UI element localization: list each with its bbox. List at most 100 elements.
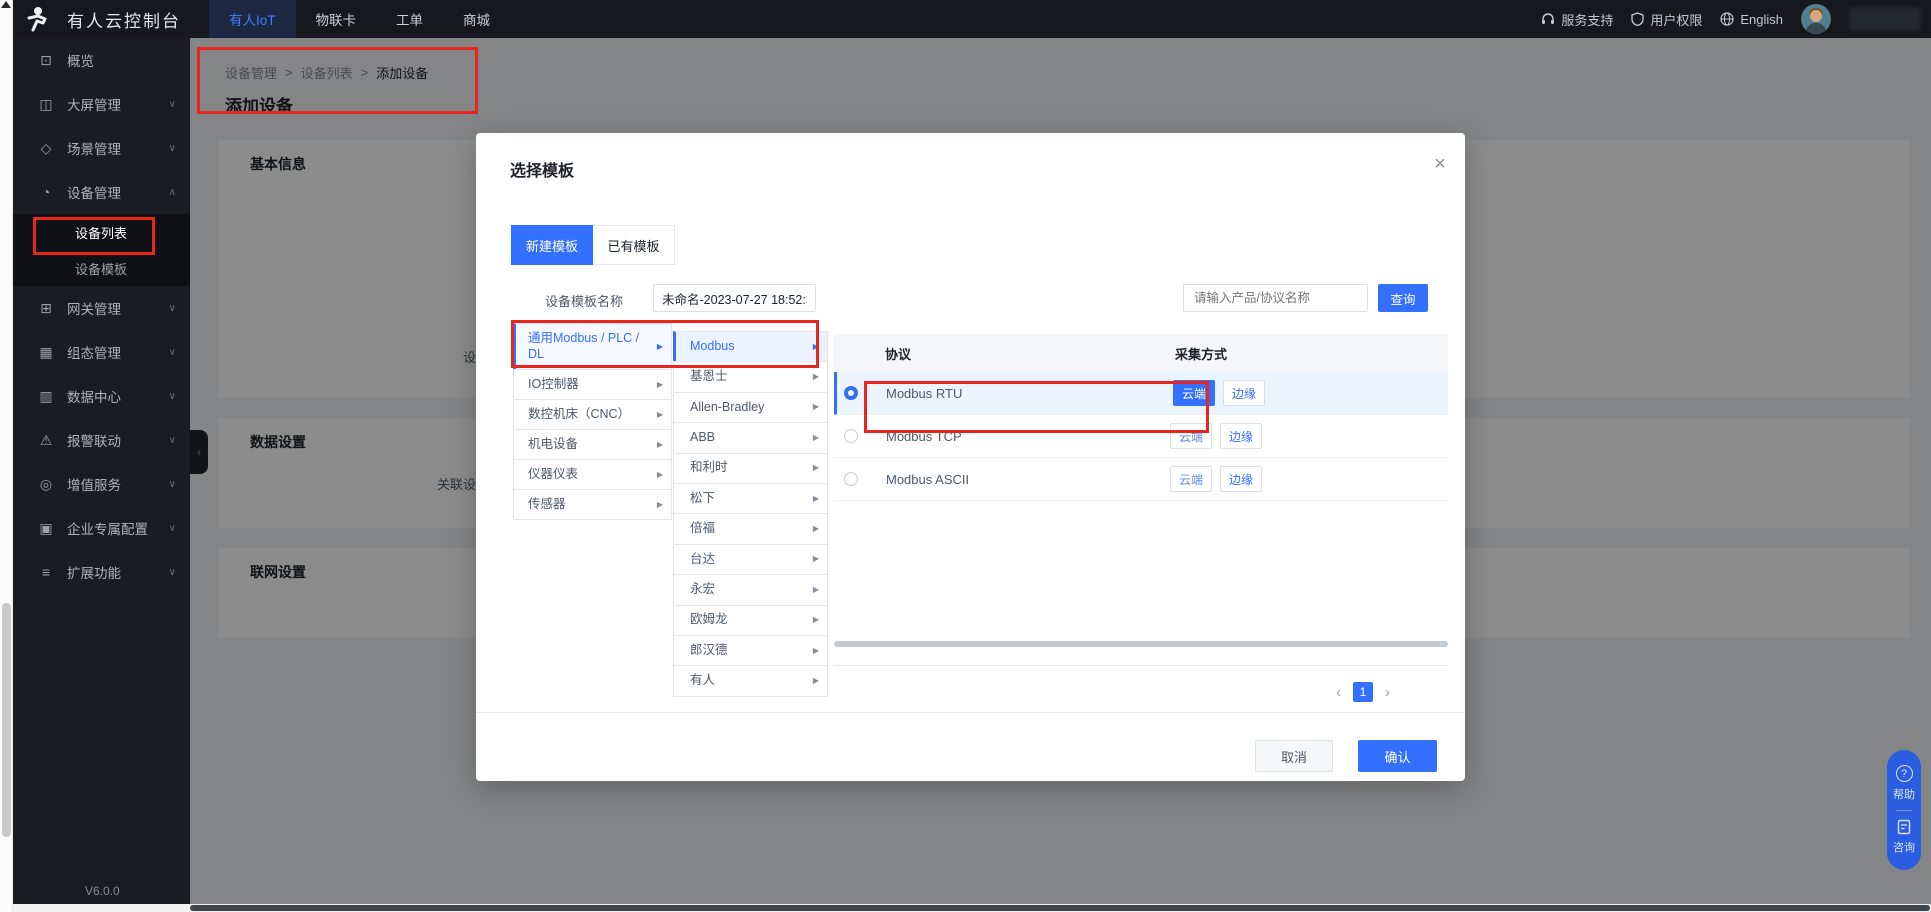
top-tab-iot-card[interactable]: 物联卡 xyxy=(296,0,377,38)
table-horizontal-scrollbar[interactable] xyxy=(834,641,1448,647)
caret-right-icon: ▶ xyxy=(657,440,663,450)
radio-selected-icon[interactable] xyxy=(844,386,858,400)
edge-mode-button[interactable]: 边缘 xyxy=(1220,423,1262,449)
topbar-right-cluster: 服务支持 用户权限 English xyxy=(1541,4,1921,34)
confirm-button[interactable]: 确认 xyxy=(1358,740,1437,772)
brand-allen-bradley[interactable]: Allen-Bradley ▶ xyxy=(673,392,828,423)
top-tab-work-order[interactable]: 工单 xyxy=(376,0,443,38)
category-sensors[interactable]: 传感器 ▶ xyxy=(513,489,672,520)
brand-keyence[interactable]: 基恩士 ▶ xyxy=(673,361,828,392)
top-tab-mall[interactable]: 商城 xyxy=(443,0,510,38)
radio-unselected-icon[interactable] xyxy=(844,429,858,443)
sidebar-item-value-added-services[interactable]: ◎ 增值服务 ∨ xyxy=(13,462,190,506)
language-switcher[interactable]: English xyxy=(1720,12,1783,27)
page-next-icon[interactable]: › xyxy=(1385,684,1390,701)
help-question-icon[interactable]: ? xyxy=(1896,765,1913,782)
sidebar-item-screen-management[interactable]: ◫ 大屏管理 ∨ xyxy=(13,82,190,126)
caret-right-icon: ▶ xyxy=(813,676,819,686)
caret-right-icon: ▶ xyxy=(813,372,819,382)
tab-existing-template[interactable]: 已有模板 xyxy=(593,225,675,265)
protocol-column-header: 协议 xyxy=(885,344,911,363)
category-cnc[interactable]: 数控机床（CNC） ▶ xyxy=(513,399,672,430)
username-redacted-box xyxy=(1849,7,1921,31)
brand-modbus[interactable]: Modbus ▶ xyxy=(673,331,828,362)
cloud-mode-button[interactable]: 云端 xyxy=(1170,423,1212,449)
brand-panasonic[interactable]: 松下 ▶ xyxy=(673,483,828,514)
radio-unselected-icon[interactable] xyxy=(844,472,858,486)
help-label[interactable]: 帮助 xyxy=(1893,786,1915,802)
brand-fatek[interactable]: 永宏 ▶ xyxy=(673,574,828,605)
consult-doc-icon[interactable] xyxy=(1896,819,1912,835)
template-name-input[interactable] xyxy=(653,284,816,312)
caret-right-icon: ▶ xyxy=(813,615,819,625)
cancel-button[interactable]: 取消 xyxy=(1255,740,1333,772)
sidebar-item-alarm-linkage[interactable]: ⚠ 报警联动 ∨ xyxy=(13,418,190,462)
brand-abb[interactable]: ABB ▶ xyxy=(673,422,828,453)
shield-icon xyxy=(1631,12,1644,26)
horizontal-scrollbar-thumb[interactable] xyxy=(190,905,1930,911)
chevron-down-icon: ∨ xyxy=(169,523,176,534)
caret-right-icon: ▶ xyxy=(813,554,819,564)
sidebar-item-extended-functions[interactable]: ≡ 扩展功能 ∨ xyxy=(13,550,190,594)
app-title: 有人云控制台 xyxy=(67,7,181,32)
category-io-controller[interactable]: IO控制器 ▶ xyxy=(513,369,672,400)
sidebar-item-device-management[interactable]: ◔ 设备管理 ∧ xyxy=(13,170,190,214)
extensions-icon: ≡ xyxy=(38,564,54,580)
brand-delta[interactable]: 台达 ▶ xyxy=(673,544,828,575)
top-tab-usr-iot[interactable]: 有人IoT xyxy=(209,0,296,38)
alarm-icon: ⚠ xyxy=(38,432,54,449)
brand-hollysys[interactable]: 和利时 ▶ xyxy=(673,453,828,484)
scene-icon: ◇ xyxy=(38,140,54,157)
sidebar-item-enterprise-config[interactable]: ▣ 企业专属配置 ∨ xyxy=(13,506,190,550)
brand-langhande[interactable]: 郎汉德 ▶ xyxy=(673,635,828,666)
sidebar-item-gateway-management[interactable]: ⊞ 网关管理 ∨ xyxy=(13,286,190,330)
table-row-modbus-ascii[interactable]: Modbus ASCII 云端 边缘 xyxy=(834,458,1448,501)
search-button[interactable]: 查询 xyxy=(1378,284,1428,312)
sidebar-item-device-list[interactable]: 设备列表 xyxy=(13,214,190,250)
page-prev-icon[interactable]: ‹ xyxy=(1336,684,1341,701)
category-instruments[interactable]: 仪器仪表 ▶ xyxy=(513,459,672,490)
edge-mode-button[interactable]: 边缘 xyxy=(1223,380,1265,406)
category-electromechanical[interactable]: 机电设备 ▶ xyxy=(513,429,672,460)
brand-omron[interactable]: 欧姆龙 ▶ xyxy=(673,605,828,636)
sidebar-item-data-center[interactable]: ▥ 数据中心 ∨ xyxy=(13,374,190,418)
brand-beckhoff[interactable]: 倍福 ▶ xyxy=(673,513,828,544)
template-mode-tabs: 新建模板 已有模板 xyxy=(511,225,675,265)
brand-usr[interactable]: 有人 ▶ xyxy=(673,665,828,696)
sidebar-item-scene-management[interactable]: ◇ 场景管理 ∨ xyxy=(13,126,190,170)
chevron-down-icon: ∨ xyxy=(169,435,176,446)
caret-right-icon: ▶ xyxy=(813,342,819,352)
template-name-label: 设备模板名称 xyxy=(545,291,623,310)
search-input[interactable] xyxy=(1183,284,1368,312)
caret-right-icon: ▶ xyxy=(657,380,663,390)
consult-label[interactable]: 咨询 xyxy=(1893,839,1915,855)
service-support-button[interactable]: 服务支持 xyxy=(1541,10,1613,29)
screen-icon: ◫ xyxy=(38,96,54,113)
edge-mode-button[interactable]: 边缘 xyxy=(1220,466,1262,492)
device-icon: ◔ xyxy=(38,184,54,200)
table-row-modbus-tcp[interactable]: Modbus TCP 云端 边缘 xyxy=(834,415,1448,458)
user-avatar[interactable] xyxy=(1801,4,1831,34)
vertical-scrollbar-thumb[interactable] xyxy=(2,603,11,837)
table-row-modbus-rtu[interactable]: Modbus RTU 云端 边缘 xyxy=(834,372,1448,415)
caret-right-icon: ▶ xyxy=(657,342,663,352)
usr-logo-icon xyxy=(25,6,49,32)
pagination: ‹ 1 › xyxy=(1336,682,1390,702)
sidebar-item-device-template[interactable]: 设备模板 xyxy=(13,250,190,286)
chevron-up-icon: ∧ xyxy=(169,187,176,198)
select-template-modal: 选择模板 × 新建模板 已有模板 设备模板名称 查询 通用Modbus / PL… xyxy=(476,133,1465,781)
sidebar-item-overview[interactable]: ⊡ 概览 xyxy=(13,38,190,82)
category-generic-modbus-plc[interactable]: 通用Modbus / PLC / DL ▶ xyxy=(513,323,672,370)
tab-new-template[interactable]: 新建模板 xyxy=(511,225,593,265)
sidebar-item-configuration-management[interactable]: ▦ 组态管理 ∨ xyxy=(13,330,190,374)
close-icon[interactable]: × xyxy=(1428,153,1452,176)
configuration-icon: ▦ xyxy=(38,344,54,361)
cloud-mode-button[interactable]: 云端 xyxy=(1170,466,1212,492)
user-permission-button[interactable]: 用户权限 xyxy=(1631,10,1702,29)
page-number-current[interactable]: 1 xyxy=(1353,682,1373,702)
chevron-down-icon: ∨ xyxy=(169,479,176,490)
horizontal-scrollbar-track[interactable] xyxy=(13,904,1931,912)
headset-icon xyxy=(1541,12,1555,26)
cloud-mode-button[interactable]: 云端 xyxy=(1173,380,1215,406)
scroll-up-arrow-icon[interactable] xyxy=(1,1,11,8)
